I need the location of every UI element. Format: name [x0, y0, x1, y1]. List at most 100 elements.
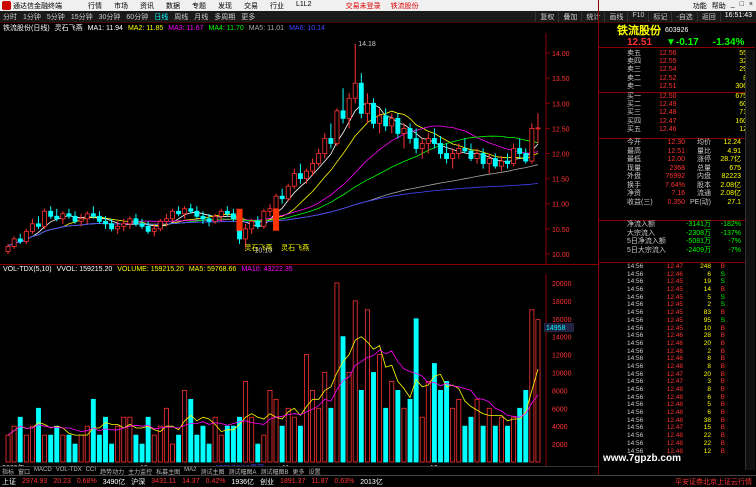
vol-indicator-name[interactable]: VOL-TDX(5,10): [3, 266, 52, 273]
volume-bar[interactable]: [48, 434, 54, 463]
volume-bar[interactable]: [121, 416, 127, 463]
candle-body[interactable]: [358, 82, 364, 114]
indicator-tab-6[interactable]: 主力监控: [128, 467, 152, 476]
candle-body[interactable]: [413, 138, 419, 149]
candle-body[interactable]: [304, 170, 309, 180]
volume-bar[interactable]: [42, 434, 48, 463]
volume-bar[interactable]: [285, 407, 291, 463]
volume-bar[interactable]: [535, 319, 541, 463]
candle-body[interactable]: [334, 110, 340, 144]
period-tab-8[interactable]: 月线: [191, 12, 211, 22]
volume-bar[interactable]: [96, 434, 102, 463]
candle-body[interactable]: [66, 213, 72, 217]
candle-body[interactable]: [157, 220, 163, 230]
volume-bar[interactable]: [322, 372, 328, 463]
period-tab-0[interactable]: 分时: [0, 12, 20, 22]
indicator-tab-7[interactable]: 私募主图: [156, 467, 180, 476]
menu-item-hq[interactable]: 行情: [88, 1, 102, 11]
volume-bar[interactable]: [163, 407, 169, 463]
candle-body[interactable]: [60, 213, 66, 220]
volume-bar[interactable]: [133, 434, 139, 463]
indicator-tab-5[interactable]: 趋势动力: [100, 467, 124, 476]
volume-bar[interactable]: [243, 381, 249, 463]
volume-bar[interactable]: [413, 318, 419, 463]
candle-body[interactable]: [279, 195, 285, 200]
volume-bar[interactable]: [340, 336, 346, 463]
volume-bar[interactable]: [468, 416, 474, 463]
candle-body[interactable]: [285, 185, 291, 200]
volume-bar[interactable]: [291, 416, 297, 463]
period-tab-7[interactable]: 周线: [171, 12, 191, 22]
volume-bar[interactable]: [395, 389, 401, 463]
candle-body[interactable]: [291, 173, 297, 187]
period-tab-3[interactable]: 15分钟: [68, 12, 96, 22]
candle-body[interactable]: [194, 210, 200, 217]
volume-bar[interactable]: [407, 398, 413, 463]
candle-body[interactable]: [249, 220, 255, 230]
volume-bar[interactable]: [401, 407, 407, 463]
candle-body[interactable]: [261, 210, 267, 227]
period-tab-4[interactable]: 30分钟: [96, 12, 124, 22]
candle-body[interactable]: [371, 102, 376, 124]
volume-bar[interactable]: [194, 434, 200, 463]
indicator-tab-12[interactable]: 更多: [293, 467, 305, 476]
index-name[interactable]: 上证: [2, 477, 16, 487]
volume-bar[interactable]: [486, 407, 492, 463]
side-tool-strip[interactable]: [745, 50, 755, 470]
quote-price[interactable]: 12.54: [659, 66, 707, 74]
menu-item-topic[interactable]: 专题: [192, 1, 206, 11]
period-tab-5[interactable]: 60分钟: [123, 12, 151, 22]
candle-body[interactable]: [352, 82, 358, 99]
candle-body[interactable]: [310, 163, 316, 172]
candle-body[interactable]: [529, 128, 535, 162]
candle-body[interactable]: [218, 210, 224, 217]
menu-item-market[interactable]: 市场: [114, 1, 128, 11]
volume-bar[interactable]: [511, 416, 517, 463]
candle-body[interactable]: [438, 143, 443, 154]
candle-body[interactable]: [23, 230, 29, 242]
candle-body[interactable]: [523, 153, 529, 162]
period-tab-1[interactable]: 1分钟: [20, 12, 44, 22]
volume-bar[interactable]: [316, 407, 322, 463]
quote-price[interactable]: 12.56: [659, 50, 707, 58]
candle-body[interactable]: [78, 218, 84, 222]
candle-body[interactable]: [346, 97, 352, 119]
candle-body[interactable]: [456, 148, 462, 154]
volume-bar[interactable]: [425, 381, 431, 463]
candle-body[interactable]: [480, 153, 486, 164]
volume-bar[interactable]: [60, 434, 66, 463]
volume-bar[interactable]: [72, 443, 78, 463]
indicator-tab-1[interactable]: 窗口: [18, 467, 30, 476]
volume-bar[interactable]: [377, 354, 383, 463]
kline-indicator-name[interactable]: 灵石飞燕: [55, 23, 83, 33]
volume-bar[interactable]: [176, 434, 182, 463]
candle-body[interactable]: [243, 228, 249, 240]
candle-body[interactable]: [145, 225, 151, 232]
volume-bar[interactable]: [273, 398, 279, 463]
indicator-tab-9[interactable]: 测试主图: [200, 467, 224, 476]
volume-bar[interactable]: [145, 416, 151, 463]
volume-bar[interactable]: [151, 434, 157, 463]
candle-body[interactable]: [297, 173, 303, 180]
candle-body[interactable]: [505, 160, 510, 164]
candle-body[interactable]: [29, 223, 35, 232]
candle-body[interactable]: [328, 138, 334, 144]
candle-body[interactable]: [383, 115, 389, 127]
promo-stock[interactable]: 铁流股份: [391, 1, 419, 11]
volume-bar[interactable]: [267, 389, 273, 463]
candle-body[interactable]: [109, 223, 115, 230]
quote-price[interactable]: 12.48: [659, 109, 707, 117]
candle-body[interactable]: [395, 117, 401, 134]
candle-body[interactable]: [401, 128, 407, 134]
index-name[interactable]: 沪深: [131, 477, 145, 487]
volume-bar[interactable]: [249, 416, 255, 463]
indicator-tab-8[interactable]: MA2: [184, 467, 196, 475]
volume-bar[interactable]: [90, 398, 96, 463]
candle-body[interactable]: [462, 148, 468, 152]
volume-bar[interactable]: [139, 443, 145, 463]
candle-body[interactable]: [139, 223, 145, 227]
volume-bar[interactable]: [480, 425, 486, 463]
menu-item-news[interactable]: 资讯: [140, 1, 154, 11]
candle-body[interactable]: [419, 143, 425, 149]
candle-body[interactable]: [133, 218, 139, 225]
